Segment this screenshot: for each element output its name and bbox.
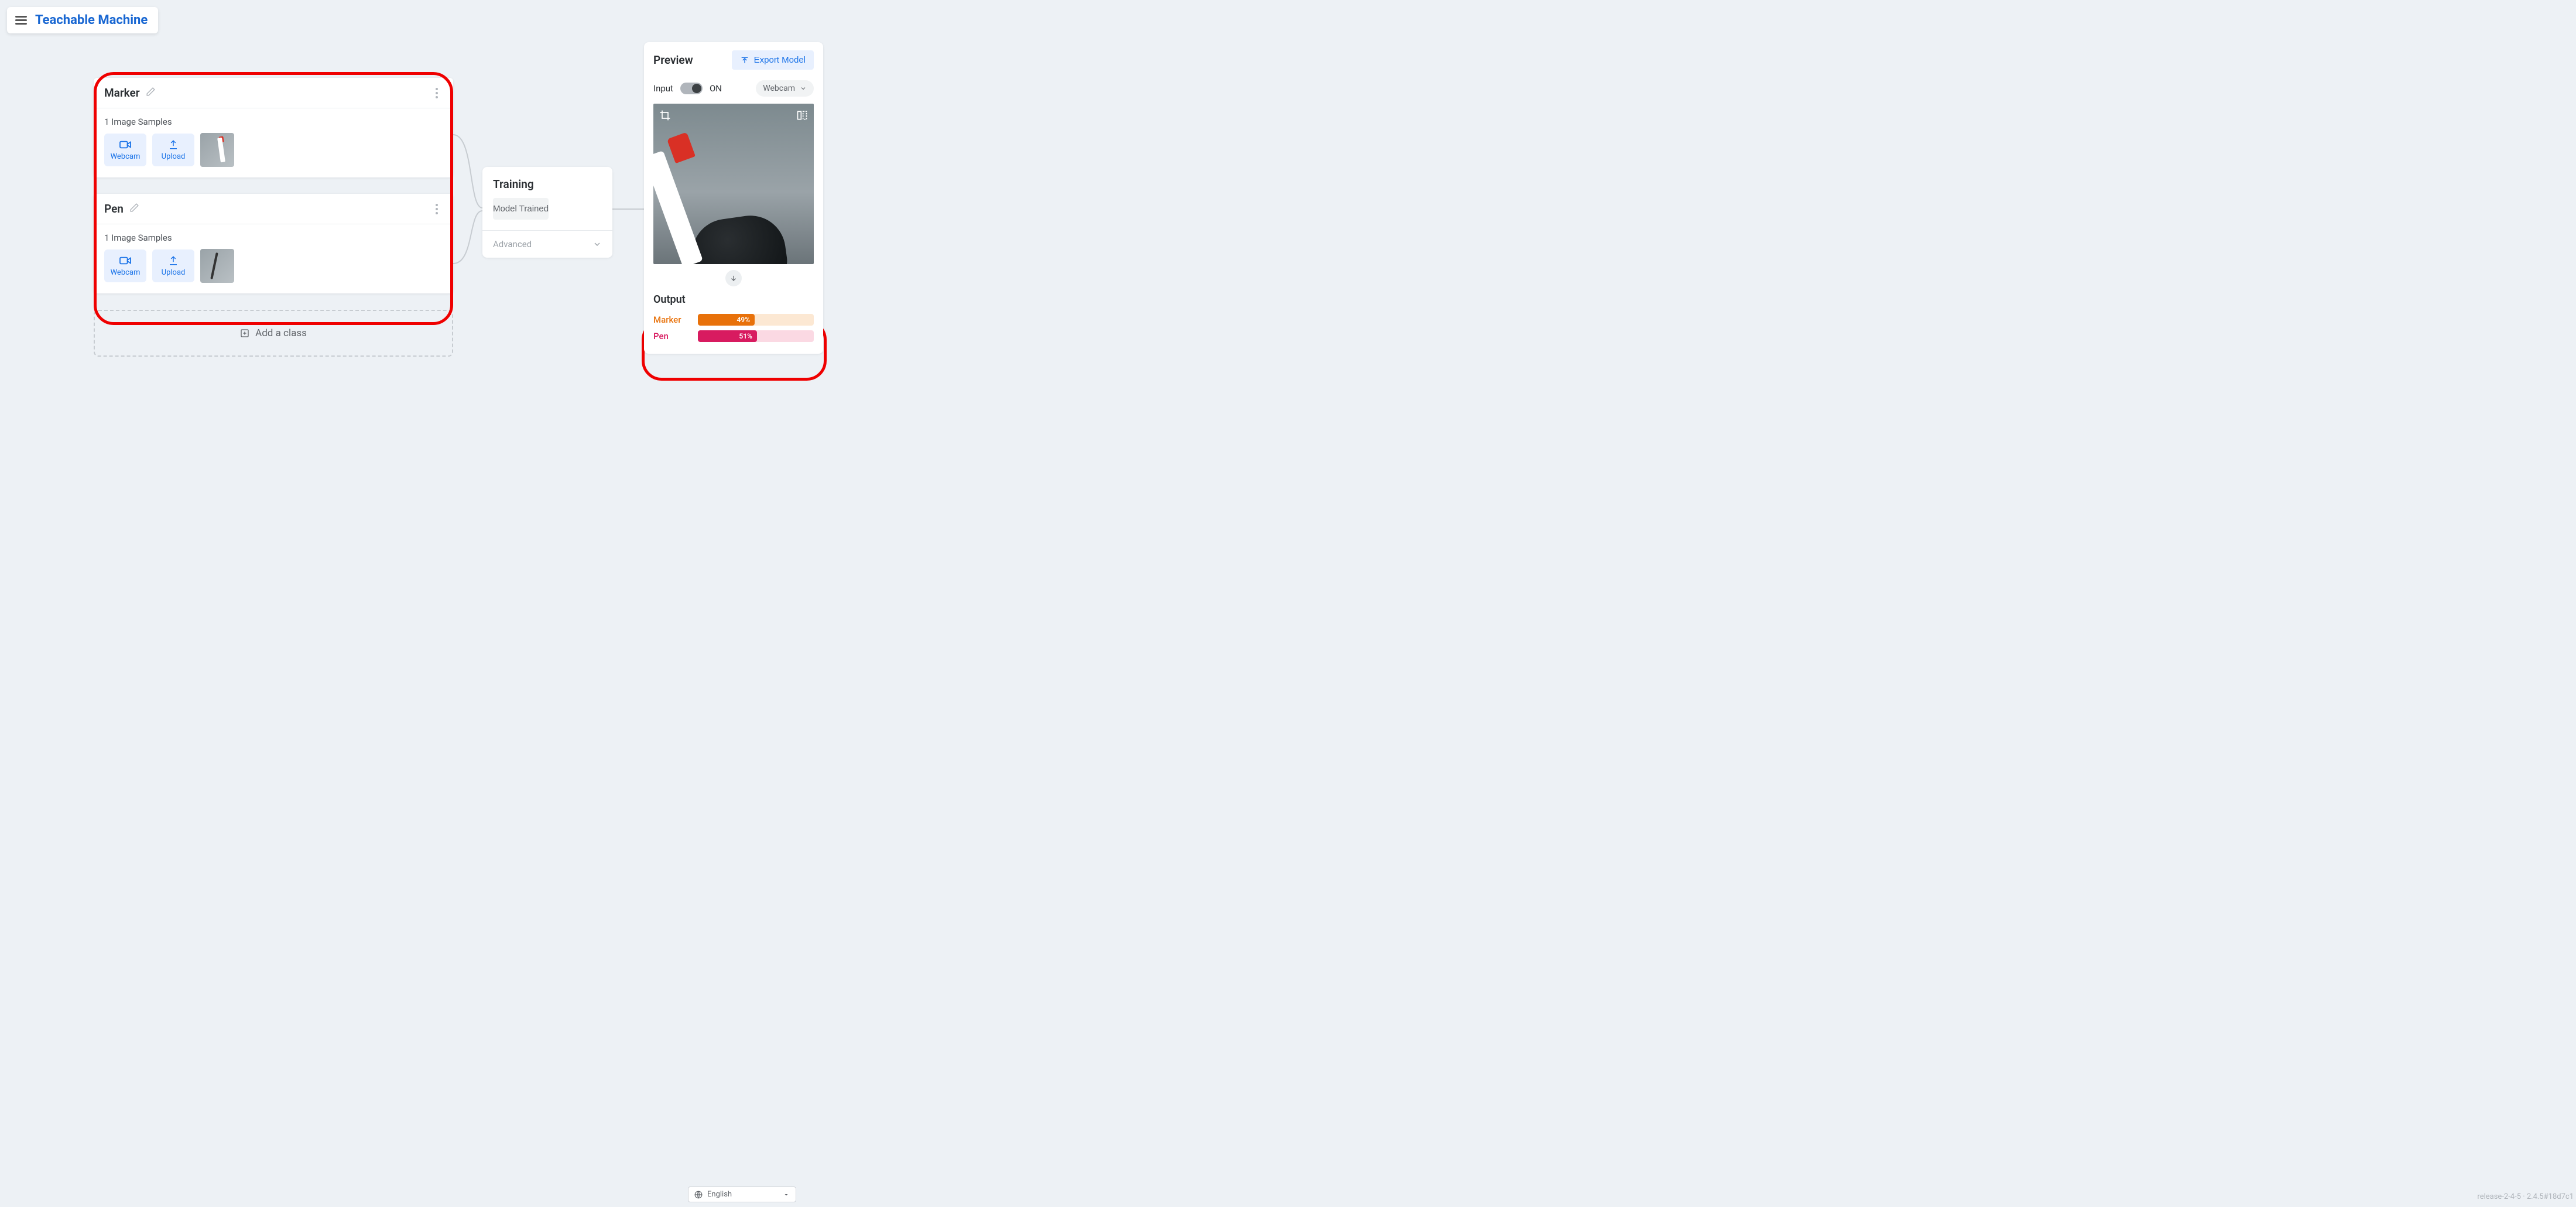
training-title: Training <box>482 167 612 198</box>
output-row-pen: Pen 51% <box>644 328 823 344</box>
language-value: English <box>707 1190 732 1199</box>
flip-icon[interactable] <box>796 110 808 124</box>
output-bar-fill: 49% <box>698 314 755 326</box>
advanced-toggle[interactable]: Advanced <box>482 230 612 258</box>
upload-icon <box>167 139 179 150</box>
webcam-label: Webcam <box>111 268 141 277</box>
add-class-button[interactable]: Add a class <box>94 310 453 357</box>
upload-label: Upload <box>162 152 186 161</box>
output-row-marker: Marker 49% <box>644 312 823 328</box>
pencil-icon[interactable] <box>146 87 156 99</box>
sample-thumbnail[interactable] <box>200 133 234 167</box>
output-class-label: Pen <box>653 331 691 341</box>
crop-icon[interactable] <box>659 110 671 124</box>
output-pct: 51% <box>739 332 752 340</box>
class-name[interactable]: Pen <box>104 202 124 216</box>
version-text: release-2-4-5 · 2.4.5#18d7c1 <box>2477 1192 2574 1201</box>
chevron-down-icon <box>592 240 602 249</box>
plus-icon <box>240 329 249 338</box>
class-menu-icon[interactable] <box>431 88 443 98</box>
add-class-label: Add a class <box>255 327 307 339</box>
samples-count: 1 Image Samples <box>104 232 443 243</box>
webcam-icon <box>119 139 132 150</box>
arrow-down-icon <box>729 274 738 282</box>
input-source-select[interactable]: Webcam <box>756 80 814 97</box>
output-title: Output <box>644 289 823 312</box>
input-on-label: ON <box>710 83 722 94</box>
samples-count: 1 Image Samples <box>104 117 443 127</box>
upload-button[interactable]: Upload <box>152 134 194 166</box>
preview-card: Preview Export Model Input ON Webcam <box>644 42 823 354</box>
output-bar-track: 51% <box>698 330 814 342</box>
export-label: Export Model <box>754 55 806 65</box>
class-card-marker: Marker 1 Image Samples Webcam Upl <box>94 78 453 177</box>
triangle-down-icon <box>783 1191 790 1198</box>
webcam-button[interactable]: Webcam <box>104 134 146 166</box>
train-model-button[interactable]: Model Trained <box>493 198 549 220</box>
app-header: Teachable Machine <box>7 7 158 33</box>
scroll-down-button[interactable] <box>725 270 742 286</box>
input-label: Input <box>653 83 673 94</box>
advanced-label: Advanced <box>493 239 532 249</box>
app-title[interactable]: Teachable Machine <box>35 13 148 28</box>
input-source-value: Webcam <box>763 84 795 93</box>
sample-thumbnail[interactable] <box>200 249 234 283</box>
webcam-button[interactable]: Webcam <box>104 249 146 282</box>
output-pct: 49% <box>737 316 750 324</box>
webcam-preview <box>653 104 814 264</box>
upload-icon <box>167 255 179 266</box>
class-menu-icon[interactable] <box>431 204 443 214</box>
webcam-label: Webcam <box>111 152 141 161</box>
training-card: Training Model Trained Advanced <box>482 167 612 258</box>
upload-label: Upload <box>162 268 186 277</box>
export-icon <box>740 56 749 65</box>
output-bar-track: 49% <box>698 314 814 326</box>
class-name[interactable]: Marker <box>104 86 140 100</box>
chevron-down-icon <box>800 85 807 92</box>
language-select[interactable]: English <box>688 1187 796 1202</box>
export-model-button[interactable]: Export Model <box>732 50 814 70</box>
pencil-icon[interactable] <box>129 203 139 215</box>
output-bar-fill: 51% <box>698 330 757 342</box>
preview-title: Preview <box>653 53 693 67</box>
class-card-pen: Pen 1 Image Samples Webcam Upload <box>94 194 453 293</box>
classes-column: Marker 1 Image Samples Webcam Upl <box>94 78 453 357</box>
globe-icon <box>694 1191 703 1199</box>
menu-icon[interactable] <box>13 13 29 27</box>
input-toggle[interactable] <box>680 83 703 94</box>
output-class-label: Marker <box>653 314 691 325</box>
upload-button[interactable]: Upload <box>152 249 194 282</box>
webcam-icon <box>119 255 132 266</box>
